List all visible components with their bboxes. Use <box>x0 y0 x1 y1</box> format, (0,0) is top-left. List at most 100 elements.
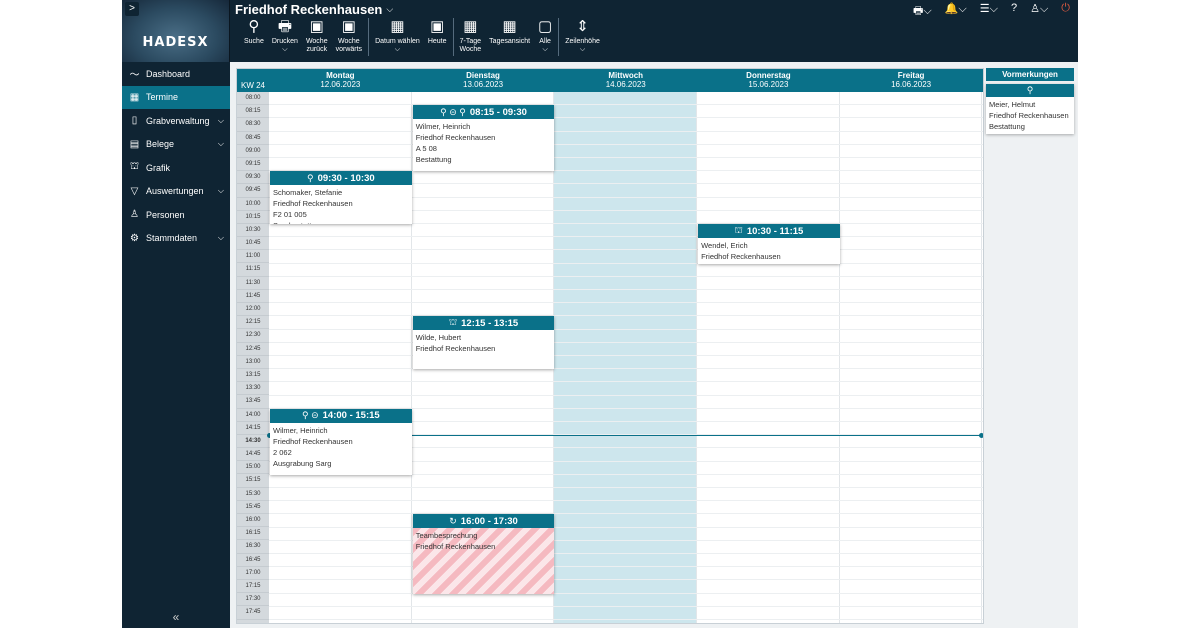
appointment-line: Bestattung <box>415 155 452 165</box>
sidebar-item-label: Stammdaten <box>146 233 198 244</box>
time-label: 13:30 <box>237 382 269 396</box>
search-button[interactable]: ⚲ Suche <box>240 18 268 60</box>
stammdaten-icon: ⚙ <box>130 232 139 244</box>
filter-all-icon: ▢ <box>538 18 553 35</box>
chevron-down-icon: ⌵ <box>282 46 288 53</box>
print-button[interactable]: 🖶 Drucken ⌵ <box>268 18 302 60</box>
time-label: 13:15 <box>237 369 269 383</box>
day-column[interactable] <box>840 92 983 623</box>
sidebar-item-grafik[interactable]: ⛫ Grafik <box>122 156 230 180</box>
print-menu-icon[interactable]: 🖶⌵ <box>913 2 932 21</box>
appointment-line: Wilmer, Heinrich <box>415 122 471 132</box>
sidebar-item-termine[interactable]: ▦ Termine <box>122 85 230 109</box>
sidebar-item-personen[interactable]: ♙ Personen <box>122 203 230 227</box>
sidebar-item-label: Termine <box>146 92 179 103</box>
appointment-card[interactable]: ↻ 16:00 - 17:30 Teambesprechung Friedhof Re… <box>412 514 555 594</box>
day-header-montag[interactable]: Montag 12.06.2023 <box>269 69 412 92</box>
week-forward-button[interactable]: ▣ Woche vorwärts <box>332 18 366 60</box>
week-number: KW 24 <box>240 81 265 90</box>
time-label: 09:45 <box>237 184 269 198</box>
row-height-label: Zeilenhöhe <box>565 38 600 45</box>
appointment-line: Wendel, Erich <box>701 241 748 250</box>
expand-icon[interactable]: > <box>125 2 139 16</box>
grid-line <box>269 487 983 488</box>
time-label: 09:15 <box>237 158 269 172</box>
grid-line <box>269 341 983 343</box>
time-label: 09:00 <box>237 145 269 158</box>
day-column[interactable] <box>554 92 698 623</box>
day-column[interactable] <box>697 92 840 623</box>
user-menu-icon[interactable]: ♙⌵ <box>1030 2 1048 21</box>
seven-day-week-button[interactable]: ▦ 7-Tage Woche <box>456 18 486 60</box>
toolbar: ⚲ Suche 🖶 Drucken ⌵ ▣ Woche zurück ▣ Woche vorwärt… <box>240 18 604 60</box>
toolbar-separator <box>558 18 560 56</box>
time-label: 15:00 <box>237 461 269 475</box>
filter-all-button[interactable]: ▢ Alle ⌵ <box>534 18 556 60</box>
day-name: Donnerstag <box>746 71 791 80</box>
sidebar-item-dashboard[interactable]: 〜 Dashboard <box>122 62 230 86</box>
sidebar-item-stammdaten[interactable]: ⚙ Stammdaten ⌵ <box>122 227 230 251</box>
week-back-button[interactable]: ▣ Woche zurück <box>302 18 332 60</box>
termine-icon: ▦ <box>129 91 140 103</box>
sidebar-item-auswertungen[interactable]: ▽ Auswertungen ⌵ <box>122 180 230 204</box>
appointment-card[interactable]: ⛫ 10:30 - 11:15 Wendel, Erich Friedhof Reck… <box>698 224 840 264</box>
help-icon[interactable]: ? <box>1011 2 1017 21</box>
search-icon: ⚲ <box>248 18 260 35</box>
grid-line <box>269 302 983 304</box>
time-label: 10:15 <box>237 211 269 224</box>
day-header-donnerstag[interactable]: Donnerstag 15.06.2023 <box>697 69 840 92</box>
time-label: 16:30 <box>237 540 269 554</box>
settings-icon[interactable]: ☰⌵ <box>980 2 998 21</box>
sidebar-item-grabverwaltung[interactable]: ▯ Grabverwaltung ⌵ <box>122 109 230 133</box>
vormerkung-card[interactable]: ⚲ Meier, Helmut Friedhof Reckenhausen Best… <box>986 84 1074 134</box>
collapse-sidebar-icon[interactable]: « <box>122 610 230 624</box>
appointment-type-icon: ⚲ ⊝ <box>302 410 319 421</box>
grid-line <box>269 275 983 277</box>
appointment-body: Schomaker, Stefanie Friedhof Reckenhausen… <box>270 185 412 224</box>
seven-day-week-icon: ▦ <box>463 18 478 35</box>
appointment-body: Wilmer, Heinrich Friedhof Reckenhausen A 5… <box>413 119 555 167</box>
today-button[interactable]: ▣ Heute <box>424 18 451 60</box>
notifications-icon[interactable]: 🔔⌵ <box>945 2 967 21</box>
sidebar-item-label: Grafik <box>146 162 171 173</box>
week-forward-icon: ▣ <box>341 18 356 35</box>
top-icons: 🖶⌵ 🔔⌵ ☰⌵? ♙⌵ ⏻ <box>913 2 1070 21</box>
appointment-line: Friedhof Reckenhausen <box>273 199 353 209</box>
grid-line <box>269 368 983 370</box>
appointment-card[interactable]: ⚲ 09:30 - 10:30 Schomaker, Stefanie Friedho… <box>270 171 412 224</box>
appointment-time: 12:15 - 13:15 <box>461 317 519 329</box>
time-label: 15:30 <box>237 488 269 501</box>
date-picker-button[interactable]: ▦ Datum wählen ⌵ <box>371 18 424 60</box>
day-view-button[interactable]: ▦ Tagesansicht <box>485 18 534 60</box>
calendar-grid[interactable]: ⚲ ⊝ ⚲ 08:15 - 09:30 Wilmer, Heinrich Friedh… <box>267 92 983 623</box>
date-picker-icon: ▦ <box>390 18 405 35</box>
day-header-mittwoch[interactable]: Mittwoch 14.06.2023 <box>554 69 697 92</box>
chevron-down-icon: ⌵ <box>217 115 224 125</box>
appointment-body: Wendel, Erich Friedhof Reckenhausen <box>698 238 840 264</box>
chevron-down-icon: ⌵ <box>217 186 224 196</box>
appointment-card[interactable]: ⚲ ⊝ 14:00 - 15:15 Wilmer, Heinrich Friedhof… <box>270 408 412 475</box>
power-icon[interactable]: ⏻ <box>1061 2 1070 21</box>
appointment-header: ⛫ 10:30 - 11:15 <box>698 224 840 238</box>
day-date: 12.06.2023 <box>320 80 361 89</box>
grid-line <box>269 539 983 541</box>
toolbar-separator <box>452 18 454 56</box>
day-name: Dienstag <box>466 71 500 80</box>
row-height-button[interactable]: ⇕ Zeilenhöhe ⌵ <box>561 18 604 60</box>
print-icon: 🖶 <box>277 18 292 35</box>
time-label: 08:15 <box>237 105 269 119</box>
appointment-card[interactable]: ⛫ 12:15 - 13:15 Wilde, Hubert Friedhof Reck… <box>412 316 555 370</box>
day-header-dienstag[interactable]: Dienstag 13.06.2023 <box>412 69 555 92</box>
appointment-header: ⚲ ⊝ 14:00 - 15:15 <box>270 408 412 423</box>
appointment-type-icon: ↻ <box>449 515 457 526</box>
day-header-freitag[interactable]: Freitag 16.06.2023 <box>840 69 983 92</box>
grid-line <box>269 315 983 317</box>
grid-line <box>269 104 983 106</box>
time-column: 08:00 08:15 08:30 08:45 09:00 09:15 09:30 09:45… <box>237 92 269 623</box>
appointment-line: Teambesprechung <box>415 531 478 541</box>
sidebar-item-belege[interactable]: ▤ Belege ⌵ <box>122 133 230 157</box>
location-selector[interactable]: Friedhof Reckenhausen ⌵ <box>235 2 393 17</box>
personen-icon: ♙ <box>130 209 139 221</box>
day-name: Mittwoch <box>608 71 644 80</box>
appointment-card[interactable]: ⚲ ⊝ ⚲ 08:15 - 09:30 Wilmer, Heinrich Friedh… <box>412 105 555 172</box>
